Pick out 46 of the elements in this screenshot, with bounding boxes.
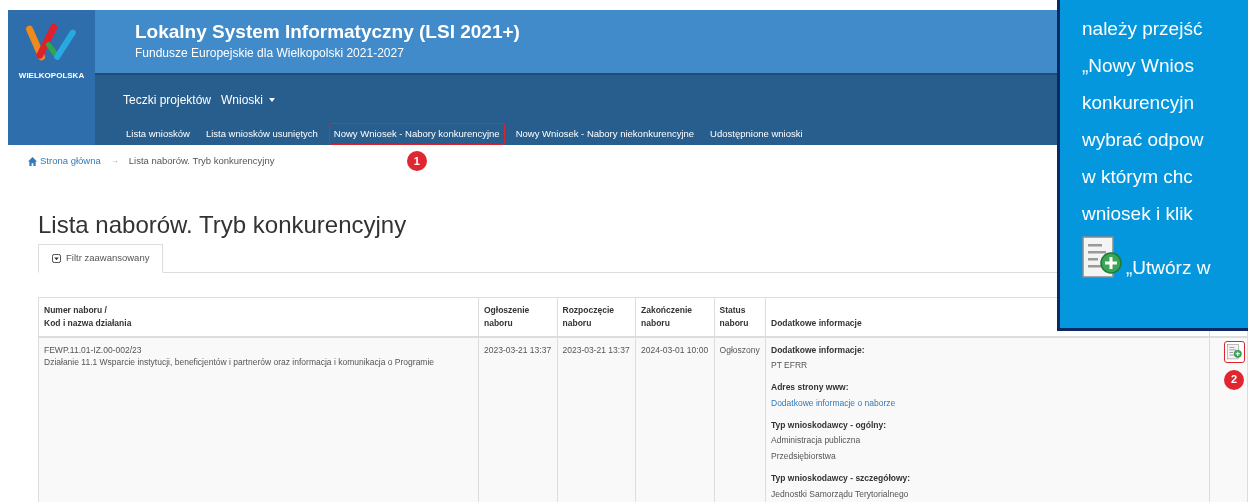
callout-text: wybrać odpow bbox=[1082, 128, 1205, 152]
callout-text: należy przejść bbox=[1082, 17, 1204, 41]
home-icon bbox=[28, 156, 37, 166]
arrow-icon: → bbox=[110, 155, 119, 168]
logo-text: WIELKOPOLSKA bbox=[18, 70, 85, 82]
column-header: Numer naboru / Kod i nazwa działania bbox=[38, 297, 479, 337]
collapse-icon bbox=[52, 253, 61, 263]
column-header: Ogłoszenie naboru bbox=[478, 297, 557, 337]
submenu-link[interactable]: Nowy Wniosek - Nabory niekonkurencyjne bbox=[510, 122, 700, 145]
logo-icon bbox=[25, 24, 78, 62]
document-add-icon bbox=[1227, 343, 1242, 360]
column-header: Zakończenie naboru bbox=[635, 297, 715, 337]
info-label: Dodatkowe informacje: bbox=[771, 343, 866, 357]
info-value: Przedsiębiorstwa bbox=[771, 450, 837, 463]
column-header: Rozpoczęcie naboru bbox=[557, 297, 636, 337]
page-title: Lista naborów. Tryb konkurencyjny bbox=[38, 210, 407, 241]
app-title: Lokalny System Informatyczny (LSI 2021+) bbox=[135, 20, 520, 45]
column-header: Status naboru bbox=[714, 297, 766, 337]
info-label: Typ wnioskodawcy - ogólny: bbox=[771, 418, 888, 432]
caret-icon bbox=[269, 97, 276, 102]
submenu-link[interactable]: Udostępnione wnioski bbox=[705, 122, 808, 145]
info-value: Administracja publiczna bbox=[771, 434, 862, 447]
table-cell: FEWP.11.01-IZ.00-002/23 Działanie 11.1 Wsparcie instytucji, beneficjentów i partnerów oraz informacja i komunikacja o Programie bbox=[38, 336, 479, 502]
info-value: PT EFRR bbox=[771, 359, 809, 372]
breadcrumb-link[interactable]: Strona główna bbox=[28, 154, 101, 169]
submenu-link[interactable]: Nowy Wniosek - Nabory konkurencyjne bbox=[328, 122, 505, 145]
callout-text: konkurencyjn bbox=[1082, 91, 1195, 115]
nav-menu-item[interactable]: Teczki projektów bbox=[121, 86, 214, 113]
submenu-link[interactable]: Lista wniosków bbox=[121, 122, 195, 145]
info-link[interactable]: Dodatkowe informacje o naborze bbox=[771, 396, 1204, 410]
filter-tab[interactable]: Filtr zaawansowany bbox=[38, 244, 164, 273]
submenu-link[interactable]: Lista wniosków usuniętych bbox=[200, 122, 323, 145]
step-number-badge: 1 bbox=[406, 150, 427, 171]
breadcrumb-current: Lista naborów. Tryb konkurencyjny bbox=[128, 154, 275, 168]
info-label: Typ wnioskodawcy - szczegółowy: bbox=[771, 471, 912, 485]
info-value: Jednostki Samorządu Terytorialnego bbox=[771, 487, 910, 501]
step-number-badge: 2 bbox=[1224, 369, 1244, 390]
callout-text: w którym chc bbox=[1082, 165, 1194, 189]
nav-menu-item[interactable]: Wnioski bbox=[219, 86, 278, 113]
callout-text: wniosek i klik bbox=[1082, 202, 1194, 226]
callout-text: „Nowy Wnios bbox=[1082, 54, 1195, 78]
create-application-button[interactable] bbox=[1224, 340, 1245, 363]
callout-text: „Utwórz w bbox=[1126, 256, 1211, 280]
app-subtitle: Fundusze Europejskie dla Wielkopolski 2021-2027 bbox=[135, 45, 404, 63]
document-add-icon bbox=[1082, 236, 1122, 280]
info-label: Adres strony www: bbox=[771, 381, 850, 394]
